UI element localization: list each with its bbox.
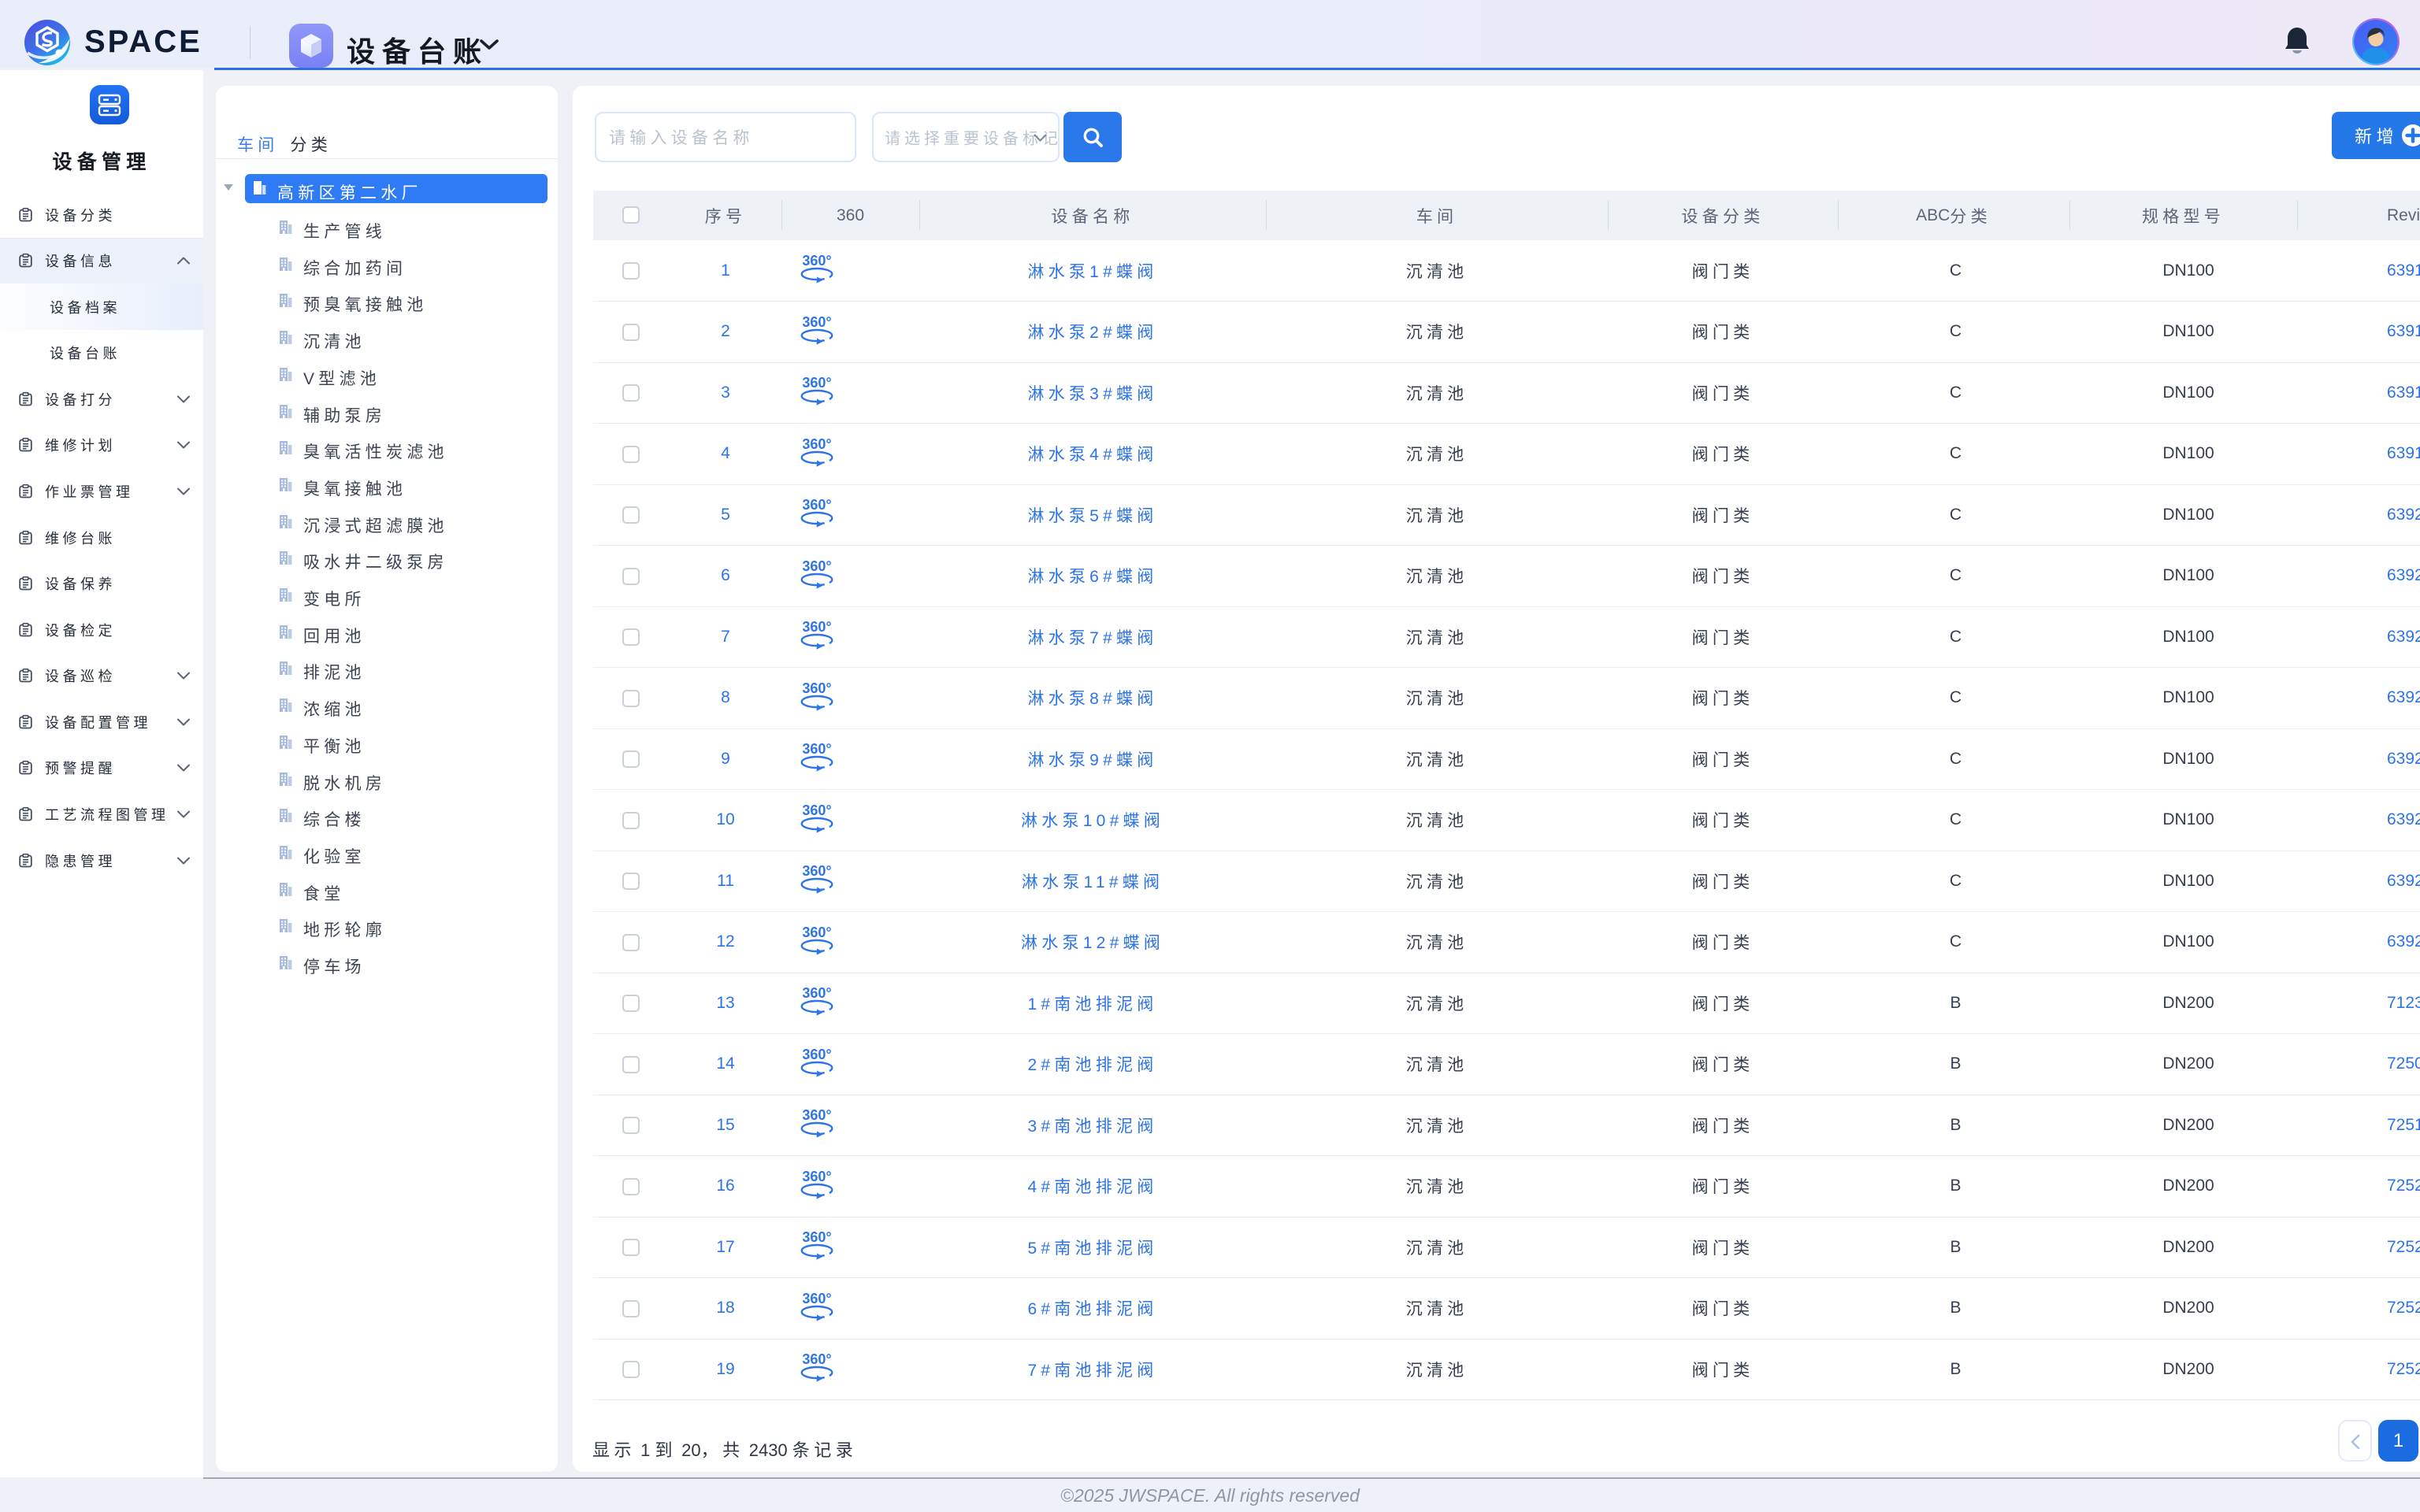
svg-text:360°: 360° <box>802 499 831 513</box>
svg-text:360°: 360° <box>802 988 831 1001</box>
svg-text:360°: 360° <box>802 317 831 330</box>
svg-text:360°: 360° <box>802 683 831 696</box>
svg-text:360°: 360° <box>802 621 831 635</box>
svg-text:360°: 360° <box>802 255 831 269</box>
svg-text:360°: 360° <box>802 439 831 452</box>
svg-text:360°: 360° <box>802 1354 831 1367</box>
svg-text:360°: 360° <box>802 1110 831 1123</box>
svg-text:360°: 360° <box>802 377 831 391</box>
svg-text:360°: 360° <box>802 1232 831 1245</box>
svg-text:360°: 360° <box>802 865 831 879</box>
svg-text:360°: 360° <box>802 1171 831 1184</box>
svg-text:360°: 360° <box>802 927 831 940</box>
svg-text:360°: 360° <box>802 743 831 757</box>
svg-text:360°: 360° <box>802 1049 831 1062</box>
svg-text:360°: 360° <box>802 561 831 574</box>
svg-text:360°: 360° <box>802 805 831 818</box>
svg-text:360°: 360° <box>802 1293 831 1306</box>
